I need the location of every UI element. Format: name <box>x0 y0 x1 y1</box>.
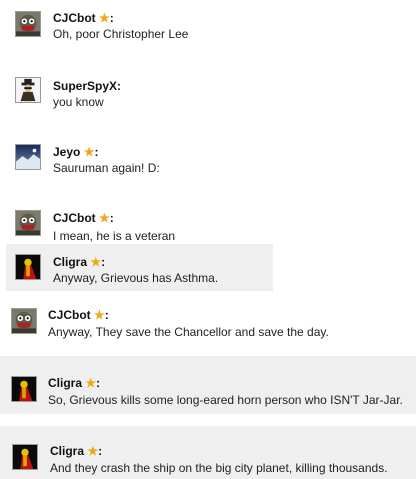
username-text: CJCbot <box>53 11 96 25</box>
username[interactable]: Jeyo ★: <box>53 145 98 159</box>
message-text: Sauruman again! D: <box>53 161 160 175</box>
username-text: Jeyo <box>53 145 81 159</box>
username[interactable]: Cligra ★: <box>50 444 102 458</box>
username[interactable]: CJCbot ★: <box>53 11 114 25</box>
username[interactable]: CJCbot ★: <box>48 308 109 322</box>
username[interactable]: Cligra ★: <box>48 376 100 390</box>
message-text: Anyway, Grievous has Asthma. <box>53 271 219 285</box>
username[interactable]: CJCbot ★: <box>53 211 114 225</box>
star-icon: ★ <box>90 255 102 269</box>
username-text: SuperSpyX <box>53 79 118 93</box>
username-separator: : <box>101 255 106 269</box>
message-text: you know <box>53 95 104 109</box>
star-icon: ★ <box>87 444 99 458</box>
username-separator: : <box>96 376 101 390</box>
username-text: CJCbot <box>53 211 96 225</box>
username-separator: : <box>94 145 99 159</box>
muppet-avatar-icon[interactable] <box>15 11 41 37</box>
star-icon: ★ <box>99 11 110 25</box>
username-separator: : <box>104 308 109 322</box>
message-text: And they crash the ship on the big city … <box>50 461 388 475</box>
muppet-avatar-icon[interactable] <box>11 308 37 334</box>
planet-avatar-icon[interactable] <box>15 144 41 170</box>
message-text: So, Grievous kills some long-eared horn … <box>48 393 403 407</box>
spy-avatar-icon[interactable] <box>15 77 41 103</box>
message-text: Anyway, They save the Chancellor and sav… <box>48 325 329 339</box>
star-icon: ★ <box>94 308 105 322</box>
username-separator: : <box>109 211 114 225</box>
username-text: Cligra <box>48 376 83 390</box>
star-icon: ★ <box>99 211 110 225</box>
red-caped-figure-avatar-icon[interactable] <box>15 254 41 280</box>
username[interactable]: SuperSpyX: <box>53 79 121 93</box>
username-separator: : <box>98 444 103 458</box>
username-separator: : <box>109 11 114 25</box>
muppet-avatar-icon[interactable] <box>15 210 41 236</box>
username-text: Cligra <box>53 255 88 269</box>
star-icon: ★ <box>83 145 95 159</box>
star-icon: ★ <box>85 376 97 390</box>
username-text: CJCbot <box>48 308 91 322</box>
username-separator: : <box>117 79 122 93</box>
message-text: Oh, poor Christopher Lee <box>53 27 189 41</box>
red-caped-figure-avatar-icon[interactable] <box>12 444 38 470</box>
message-text: I mean, he is a veteran <box>53 229 176 243</box>
red-caped-figure-avatar-icon[interactable] <box>11 376 37 402</box>
username[interactable]: Cligra ★: <box>53 255 105 269</box>
username-text: Cligra <box>50 444 85 458</box>
